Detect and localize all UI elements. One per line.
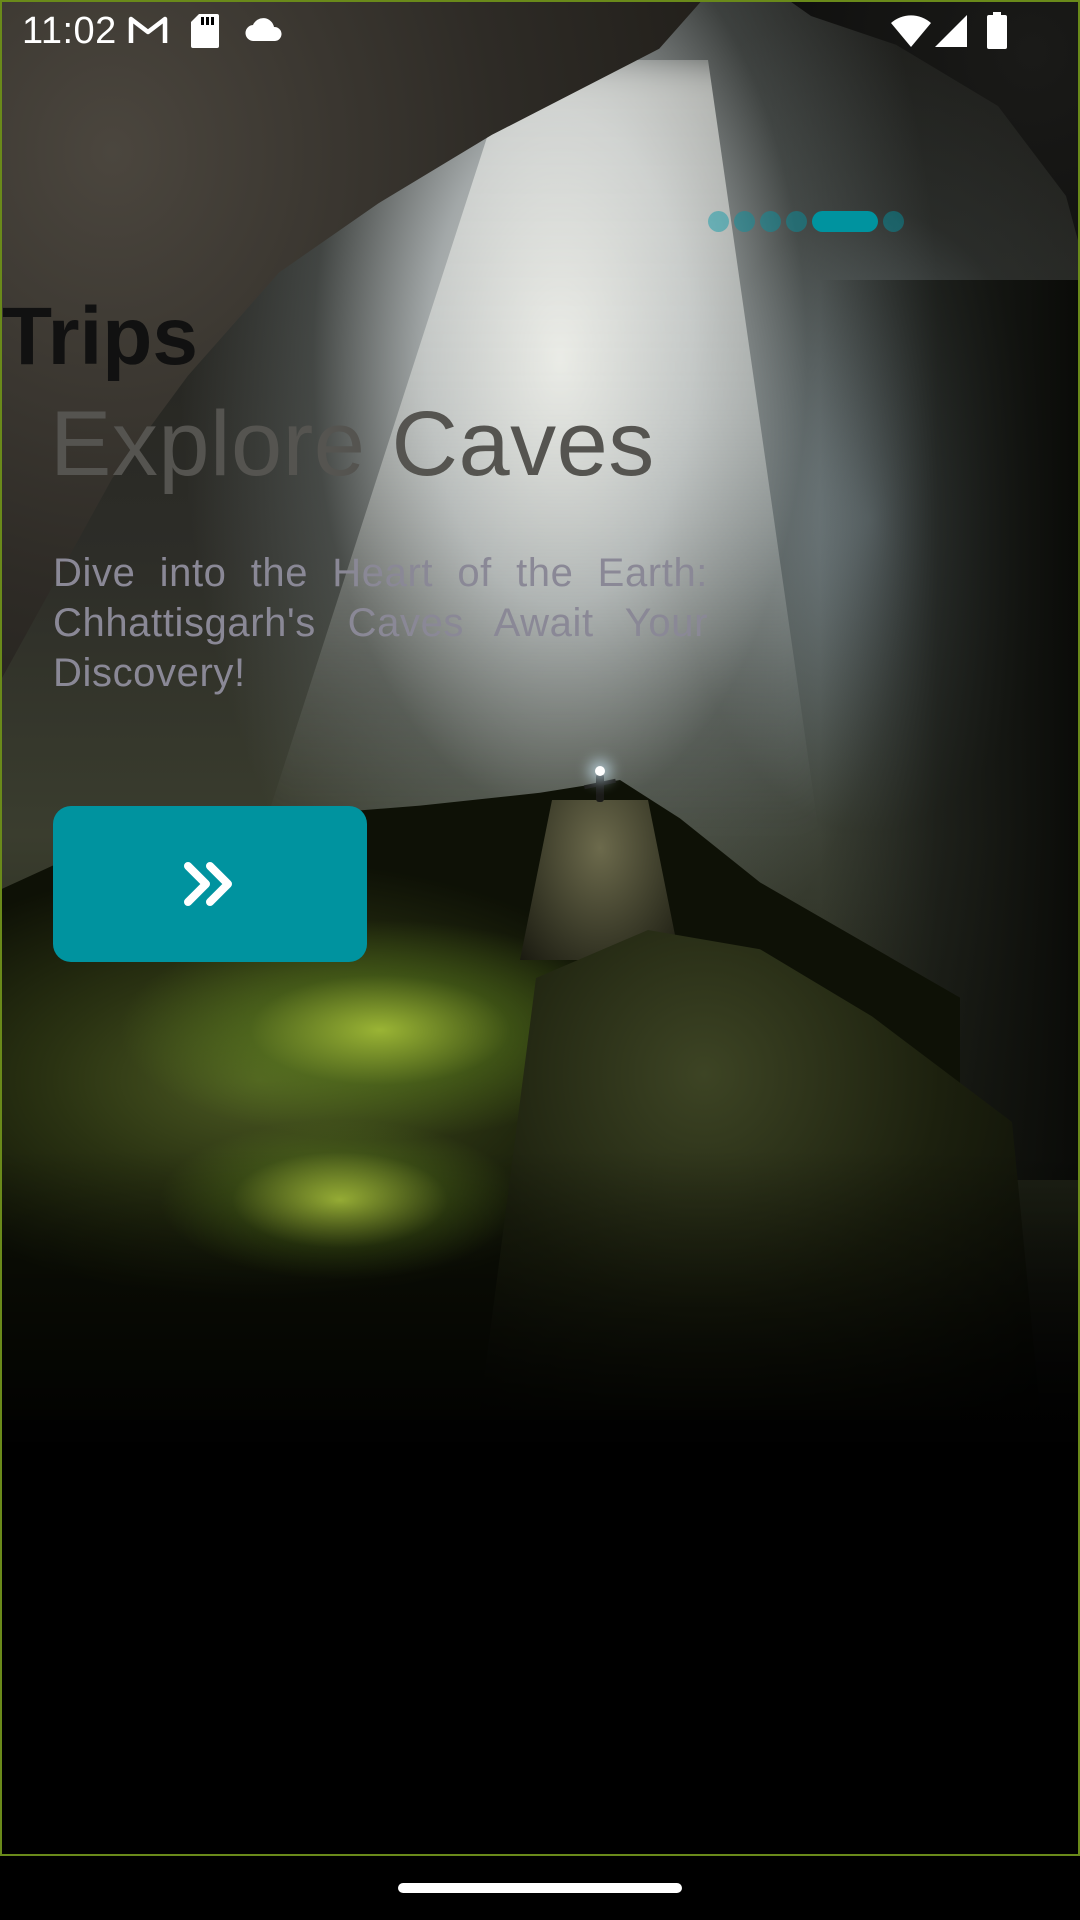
wifi-icon xyxy=(891,15,931,48)
page-dot[interactable] xyxy=(734,210,755,232)
next-button[interactable] xyxy=(53,806,367,962)
home-indicator[interactable] xyxy=(398,1883,682,1893)
signal-icon xyxy=(935,15,967,47)
sd-card-icon xyxy=(191,14,219,48)
page-dot-active[interactable] xyxy=(812,210,878,232)
double-chevron-right-icon xyxy=(184,862,232,906)
status-time: 11:02 xyxy=(22,10,117,52)
page-dot[interactable] xyxy=(786,210,807,232)
gmail-icon xyxy=(128,16,168,43)
cloud-icon xyxy=(245,18,282,42)
battery-icon xyxy=(987,12,1007,49)
onboarding-screen: 11:02 Trips Explore Caves Dive into the … xyxy=(0,0,1080,1920)
page-dot[interactable] xyxy=(883,210,904,232)
status-bar: 11:02 xyxy=(0,0,1080,64)
page-title: Explore Caves xyxy=(50,393,655,495)
category-label: Trips xyxy=(2,291,198,382)
page-indicator xyxy=(708,210,904,232)
page-dot[interactable] xyxy=(760,210,781,232)
description-text: Dive into the Heart of the Earth: Chhatt… xyxy=(53,551,708,695)
page-dot[interactable] xyxy=(708,210,729,232)
